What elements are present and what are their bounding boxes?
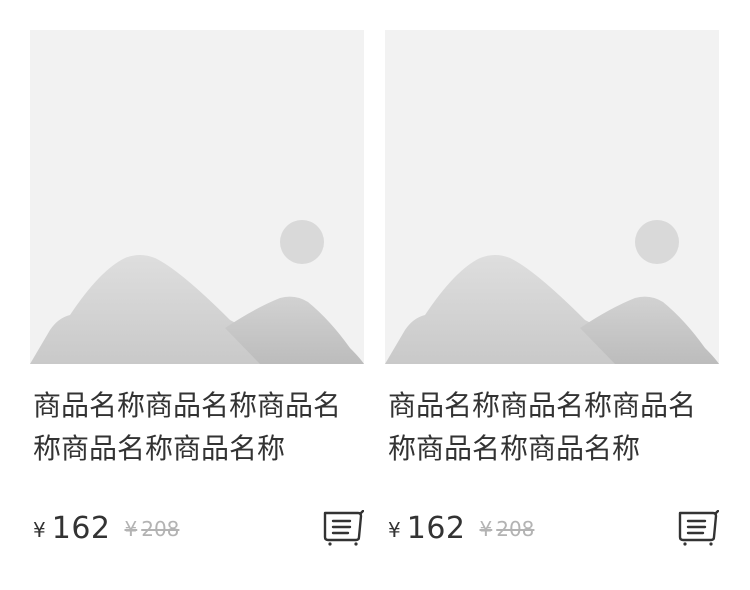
sun-shape xyxy=(280,220,324,264)
original-price-value: 208 xyxy=(496,517,535,541)
product-image-placeholder[interactable] xyxy=(30,30,364,364)
price-row: ¥ 162 ¥208 xyxy=(30,508,364,548)
original-currency-symbol: ¥ xyxy=(124,517,138,541)
product-price: 162 xyxy=(51,510,111,546)
currency-symbol: ¥ xyxy=(388,518,401,542)
product-price: 162 xyxy=(406,510,466,546)
image-placeholder-icon xyxy=(30,220,364,364)
original-price-value: 208 xyxy=(141,517,180,541)
cart-icon xyxy=(323,510,364,546)
image-placeholder-icon xyxy=(385,220,719,364)
product-grid: 商品名称商品名称商品名称商品名称商品名称 ¥ 162 ¥208 商品名称商品名称… xyxy=(30,30,720,548)
cart-icon xyxy=(678,510,719,546)
product-card[interactable]: 商品名称商品名称商品名称商品名称商品名称 ¥ 162 ¥208 xyxy=(385,30,719,548)
sun-shape xyxy=(635,220,679,264)
currency-symbol: ¥ xyxy=(33,518,46,542)
add-to-cart-button[interactable] xyxy=(322,510,364,546)
product-title[interactable]: 商品名称商品名称商品名称商品名称商品名称 xyxy=(30,384,364,470)
original-price: ¥208 xyxy=(125,517,180,541)
product-image-placeholder[interactable] xyxy=(385,30,719,364)
price-row: ¥ 162 ¥208 xyxy=(385,508,719,548)
product-title[interactable]: 商品名称商品名称商品名称商品名称商品名称 xyxy=(385,384,719,470)
product-card[interactable]: 商品名称商品名称商品名称商品名称商品名称 ¥ 162 ¥208 xyxy=(30,30,364,548)
original-currency-symbol: ¥ xyxy=(479,517,493,541)
original-price: ¥208 xyxy=(480,517,535,541)
add-to-cart-button[interactable] xyxy=(677,510,719,546)
